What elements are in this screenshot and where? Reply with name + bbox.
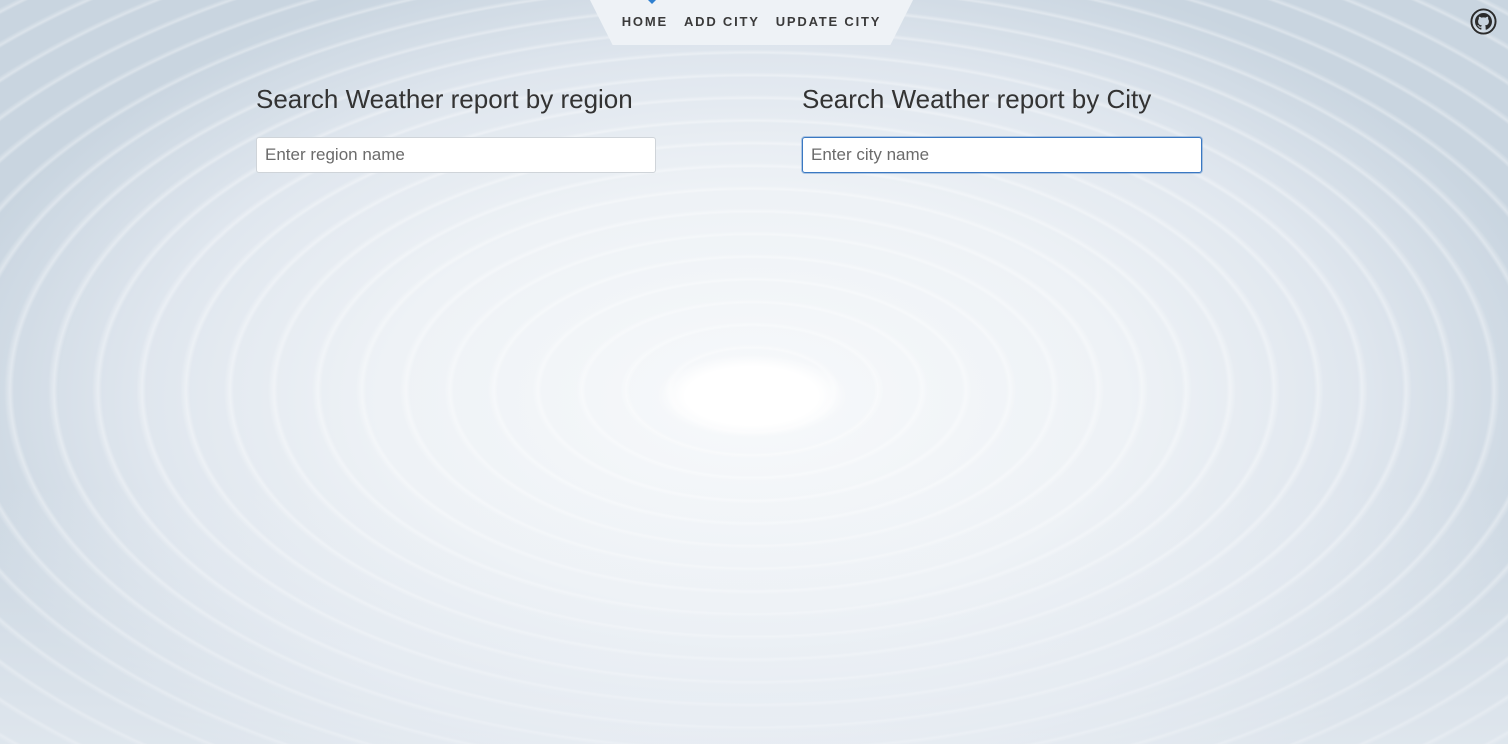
region-search-panel: Search Weather report by region — [256, 83, 656, 173]
github-icon[interactable] — [1470, 8, 1497, 35]
city-search-heading: Search Weather report by City — [802, 84, 1152, 114]
nav-item-add-city[interactable]: ADD CITY — [684, 14, 760, 29]
region-search-input[interactable] — [256, 137, 656, 173]
top-nav-items: HOME ADD CITY UPDATE CITY — [590, 14, 913, 29]
nav-item-home[interactable]: HOME — [622, 14, 668, 29]
background-fade — [0, 484, 1508, 744]
city-search-panel: Search Weather report by City — [802, 83, 1202, 173]
top-nav: HOME ADD CITY UPDATE CITY — [590, 0, 913, 45]
nav-item-update-city[interactable]: UPDATE CITY — [776, 14, 882, 29]
city-search-input[interactable] — [802, 137, 1202, 173]
region-search-heading: Search Weather report by region — [256, 84, 633, 114]
